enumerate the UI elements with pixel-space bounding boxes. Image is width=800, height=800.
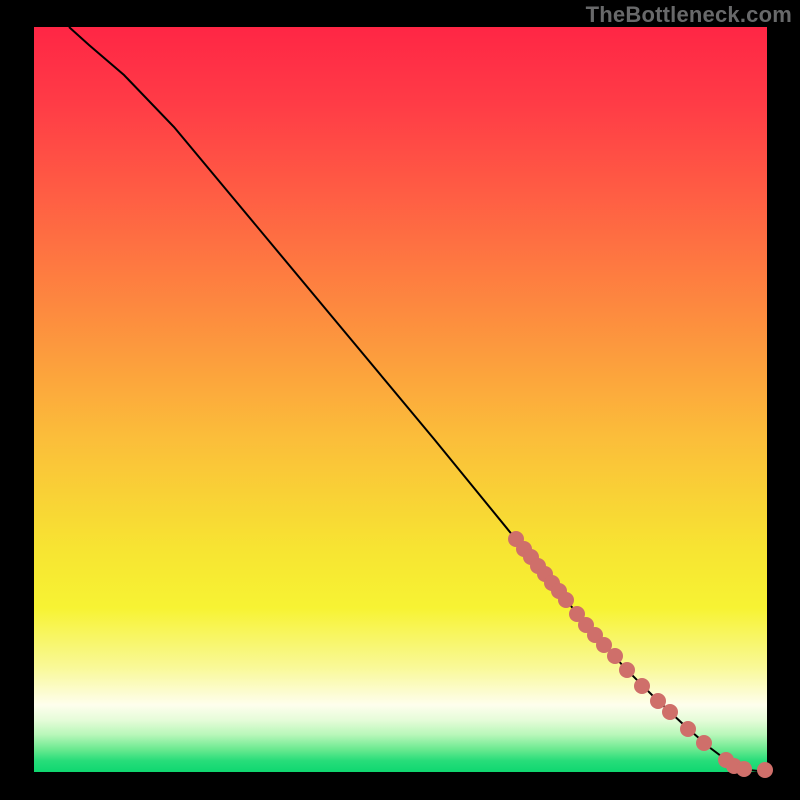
plot-area xyxy=(34,27,767,772)
data-marker xyxy=(757,762,773,778)
chart-svg xyxy=(34,27,767,772)
data-marker xyxy=(607,648,623,664)
data-marker xyxy=(662,704,678,720)
watermark-text: TheBottleneck.com xyxy=(586,2,792,28)
data-marker xyxy=(696,735,712,751)
data-marker xyxy=(619,662,635,678)
data-marker xyxy=(736,761,752,777)
data-marker xyxy=(680,721,696,737)
data-markers xyxy=(508,531,773,778)
data-marker xyxy=(650,693,666,709)
chart-frame: TheBottleneck.com xyxy=(0,0,800,800)
data-marker xyxy=(558,592,574,608)
data-curve xyxy=(69,27,767,772)
data-marker xyxy=(634,678,650,694)
